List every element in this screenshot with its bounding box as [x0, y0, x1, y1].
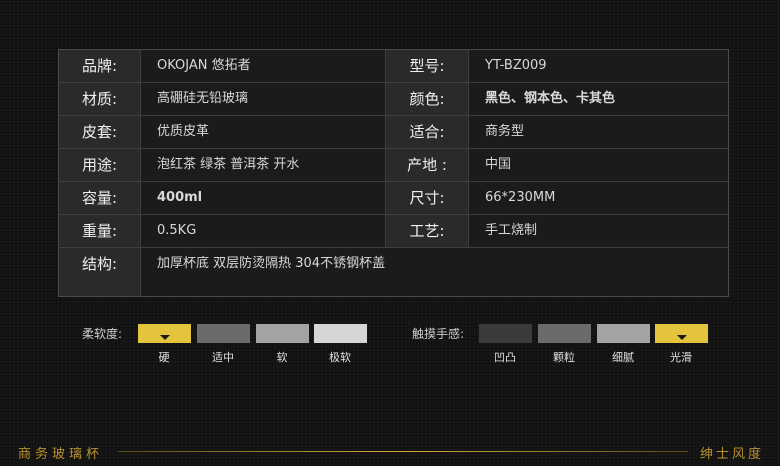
- spec-row: 材质: 高硼硅无铅玻璃 颜色: 黑色、钢本色、卡其色: [59, 83, 728, 116]
- spec-label: 尺寸:: [386, 182, 469, 214]
- footer-right-text: 绅士风度: [700, 447, 765, 462]
- spec-label: 型号:: [386, 50, 469, 82]
- softness-option: 软: [276, 351, 288, 364]
- softness-swatch: [314, 324, 367, 343]
- spec-value: OKOJAN 悠拓者: [141, 50, 386, 82]
- spec-label: 适合:: [386, 116, 469, 148]
- spec-value: 0.5KG: [141, 215, 386, 247]
- spec-row: 结构: 加厚杯底 双层防烫隔热 304不锈钢杯盖: [59, 248, 728, 296]
- spec-value: 手工烧制: [469, 215, 728, 247]
- texture-label: 触摸手感:: [412, 327, 465, 341]
- spec-label: 重量:: [59, 215, 141, 247]
- softness-swatch-selected: [138, 324, 191, 343]
- spec-value: 黑色、钢本色、卡其色: [469, 83, 728, 115]
- texture-option: 颗粒: [553, 351, 575, 364]
- spec-label: 结构:: [59, 248, 141, 296]
- spec-value: 400ml: [141, 182, 386, 214]
- spec-label: 工艺:: [386, 215, 469, 247]
- texture-swatch-selected: [655, 324, 708, 343]
- texture-option: 凹凸: [494, 351, 516, 364]
- texture-swatch: [597, 324, 650, 343]
- spec-label: 容量:: [59, 182, 141, 214]
- spec-label: 颜色:: [386, 83, 469, 115]
- softness-option: 适中: [212, 351, 234, 364]
- texture-option: 细腻: [612, 351, 634, 364]
- spec-value: 66*230MM: [469, 182, 728, 214]
- spec-row: 皮套: 优质皮革 适合: 商务型: [59, 116, 728, 149]
- spec-value: 中国: [469, 149, 728, 181]
- softness-option: 极软: [329, 351, 351, 364]
- spec-value: 加厚杯底 双层防烫隔热 304不锈钢杯盖: [141, 248, 728, 296]
- footer-left-text: 商务玻璃杯: [18, 447, 104, 462]
- spec-value: 商务型: [469, 116, 728, 148]
- selected-arrow-icon: [676, 335, 687, 340]
- softness-label: 柔软度:: [82, 327, 123, 341]
- spec-label: 产地 :: [386, 149, 469, 181]
- spec-value: 优质皮革: [141, 116, 386, 148]
- spec-label: 用途:: [59, 149, 141, 181]
- spec-value: YT-BZ009: [469, 50, 728, 82]
- texture-swatch: [538, 324, 591, 343]
- spec-row: 品牌: OKOJAN 悠拓者 型号: YT-BZ009: [59, 50, 728, 83]
- footer-divider: [118, 451, 688, 452]
- spec-row: 用途: 泡红茶 绿茶 普洱茶 开水 产地 : 中国: [59, 149, 728, 182]
- spec-table: 品牌: OKOJAN 悠拓者 型号: YT-BZ009 材质: 高硼硅无铅玻璃 …: [58, 49, 729, 297]
- texture-option: 光滑: [670, 351, 692, 364]
- softness-option: 硬: [158, 351, 170, 364]
- softness-swatch: [256, 324, 309, 343]
- spec-row: 重量: 0.5KG 工艺: 手工烧制: [59, 215, 728, 248]
- spec-row: 容量: 400ml 尺寸: 66*230MM: [59, 182, 728, 215]
- spec-label: 材质:: [59, 83, 141, 115]
- selected-arrow-icon: [159, 335, 170, 340]
- spec-value: 高硼硅无铅玻璃: [141, 83, 386, 115]
- spec-label: 皮套:: [59, 116, 141, 148]
- spec-value: 泡红茶 绿茶 普洱茶 开水: [141, 149, 386, 181]
- spec-label: 品牌:: [59, 50, 141, 82]
- texture-swatch: [479, 324, 532, 343]
- softness-swatch: [197, 324, 250, 343]
